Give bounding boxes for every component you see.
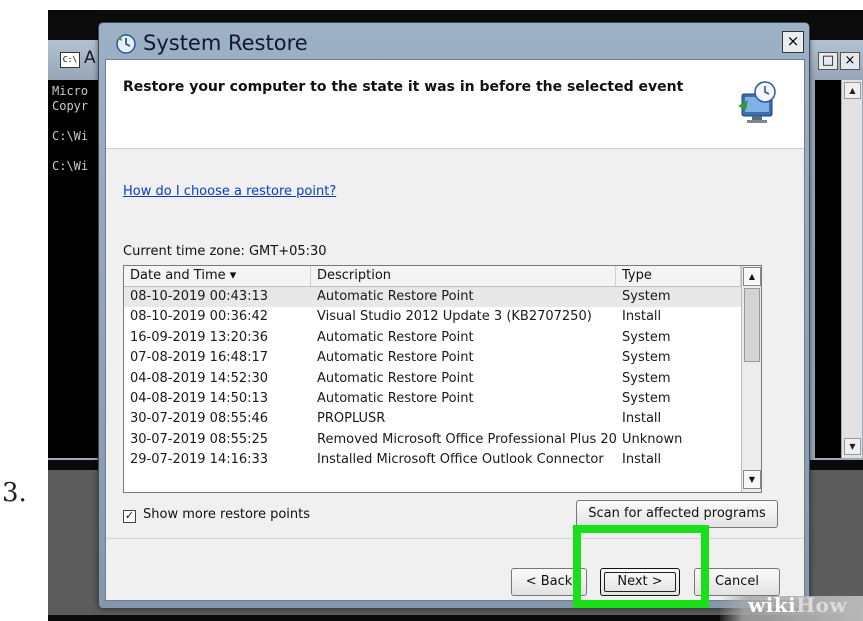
row-description: PROPLUSR — [317, 411, 386, 427]
row-description: Visual Studio 2012 Update 3 (KB2707250) — [317, 309, 592, 325]
row-date: 07-08-2019 16:48:17 — [130, 350, 269, 366]
row-date: 16-09-2019 13:20:36 — [130, 329, 269, 345]
table-header: Date and Time ▾ Description Type — [124, 266, 741, 287]
screenshot-photo: C:\ A □ × Micro Copyr C:\Wi C:\Wi ▲ ▼ Sy… — [48, 10, 863, 621]
table-row[interactable]: 30-07-2019 08:55:46 PROPLUSR Install — [124, 409, 741, 429]
row-description: Automatic Restore Point — [317, 390, 474, 406]
dialog-title: System Restore — [143, 31, 308, 55]
console-title: A — [84, 48, 96, 68]
table-row[interactable]: 04-08-2019 14:52:30 Automatic Restore Poi… — [124, 369, 741, 389]
row-description: Automatic Restore Point — [317, 370, 474, 386]
checkbox-icon[interactable]: ✓ — [123, 510, 136, 523]
help-link[interactable]: How do I choose a restore point? — [123, 184, 336, 199]
show-more-checkbox[interactable]: ✓ Show more restore points — [123, 507, 310, 523]
next-highlight-box — [573, 525, 709, 608]
row-date: 29-07-2019 14:16:33 — [130, 452, 269, 468]
row-description: Automatic Restore Point — [317, 350, 474, 366]
row-type: System — [622, 370, 671, 386]
row-type: System — [622, 350, 671, 366]
row-type: System — [622, 289, 671, 304]
dialog-header: Restore your computer to the state it wa… — [106, 60, 804, 149]
wikihow-watermark: wikiHow — [748, 593, 847, 617]
show-more-label: Show more restore points — [143, 507, 311, 522]
restore-computer-icon — [738, 81, 776, 123]
row-type: Install — [622, 411, 662, 427]
console-scrollbar[interactable]: ▲ ▼ — [841, 80, 862, 458]
row-date: 08-10-2019 00:43:13 — [130, 289, 269, 304]
column-description[interactable]: Description — [311, 266, 616, 286]
timezone-label: Current time zone: GMT+05:30 — [123, 244, 327, 259]
row-date: 30-07-2019 08:55:46 — [130, 411, 269, 427]
table-row[interactable]: 30-07-2019 08:55:25 Removed Microsoft Off… — [124, 430, 741, 450]
dialog-heading: Restore your computer to the state it wa… — [123, 79, 684, 95]
table-rows: 08-10-2019 00:43:13 Automatic Restore Poi… — [124, 287, 741, 471]
table-row[interactable]: 29-07-2019 14:16:33 Installed Microsoft O… — [124, 450, 741, 470]
row-date: 30-07-2019 08:55:25 — [130, 431, 269, 447]
table-row[interactable]: 04-08-2019 14:50:13 Automatic Restore Poi… — [124, 389, 741, 409]
row-type: Unknown — [622, 431, 683, 447]
row-type: System — [622, 390, 671, 406]
row-description: Removed Microsoft Office Professional Pl… — [317, 431, 616, 447]
scroll-up-icon[interactable]: ▲ — [743, 267, 761, 286]
column-date[interactable]: Date and Time ▾ — [124, 266, 311, 286]
restore-points-table: Date and Time ▾ Description Type 08-10-2… — [123, 265, 762, 493]
close-icon[interactable]: × — [782, 31, 804, 53]
row-description: Automatic Restore Point — [317, 289, 474, 304]
scroll-thumb[interactable] — [744, 288, 760, 362]
row-type: Install — [622, 309, 662, 325]
table-row[interactable]: 07-08-2019 16:48:17 Automatic Restore Poi… — [124, 348, 741, 368]
watermark-how: How — [796, 593, 848, 617]
dialog-body: Restore your computer to the state it wa… — [105, 59, 805, 601]
row-date: 04-08-2019 14:52:30 — [130, 370, 269, 386]
table-row[interactable]: 08-10-2019 00:36:42 Visual Studio 2012 Up… — [124, 307, 741, 327]
table-row[interactable]: 16-09-2019 13:20:36 Automatic Restore Poi… — [124, 328, 741, 348]
row-date: 08-10-2019 00:36:42 — [130, 309, 269, 325]
scan-affected-programs-button[interactable]: Scan for affected programs — [576, 500, 778, 528]
row-date: 04-08-2019 14:50:13 — [130, 390, 269, 406]
scroll-down-icon[interactable]: ▼ — [844, 438, 861, 455]
scroll-down-icon[interactable]: ▼ — [743, 470, 761, 489]
close-icon[interactable]: × — [840, 52, 860, 70]
watermark-wiki: wiki — [748, 593, 797, 617]
console-icon: C:\ — [60, 52, 80, 68]
row-description: Installed Microsoft Office Outlook Conne… — [317, 452, 604, 468]
table-row[interactable]: 08-10-2019 00:43:13 Automatic Restore Poi… — [124, 287, 741, 308]
step-number: 3. — [2, 478, 27, 508]
maximize-icon[interactable]: □ — [818, 52, 838, 70]
row-type: Install — [622, 452, 662, 468]
row-description: Automatic Restore Point — [317, 329, 474, 345]
system-restore-icon — [116, 34, 136, 54]
row-type: System — [622, 329, 671, 345]
system-restore-dialog: System Restore × Restore your computer t… — [98, 22, 810, 609]
column-type[interactable]: Type — [616, 266, 741, 286]
table-scrollbar[interactable]: ▲ ▼ — [741, 266, 761, 492]
scroll-up-icon[interactable]: ▲ — [844, 82, 861, 99]
